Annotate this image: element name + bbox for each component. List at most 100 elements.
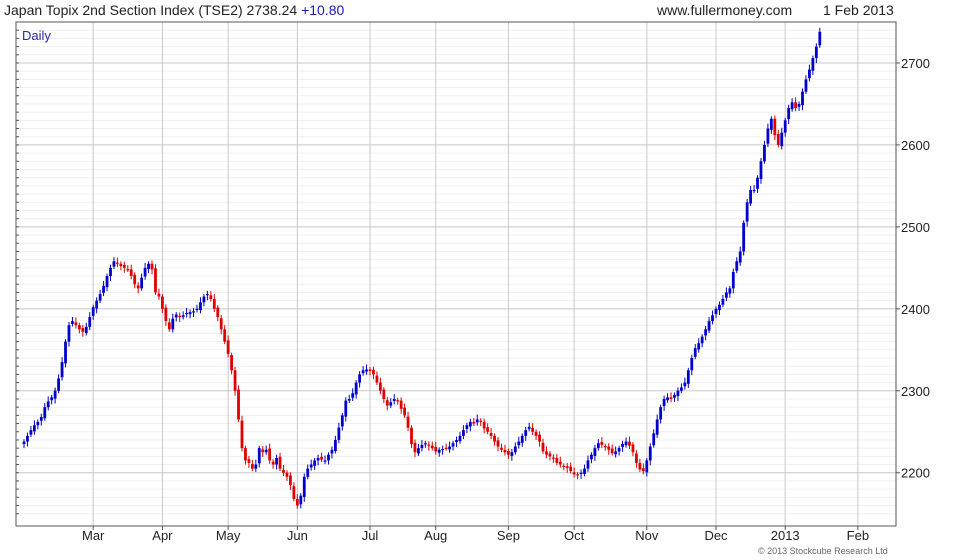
candle-body-up — [192, 311, 195, 313]
candle-body-up — [451, 443, 455, 447]
candle-body-up — [84, 326, 88, 334]
plot-frame — [15, 21, 897, 527]
candle-body-up — [475, 419, 479, 423]
x-tick-label: May — [216, 528, 241, 543]
candle-body-up — [704, 329, 708, 336]
candle-body-up — [71, 321, 74, 324]
candle-body-down — [472, 421, 476, 424]
candle-body-down — [406, 416, 410, 428]
candle-body-up — [330, 449, 334, 454]
candle-body-up — [586, 460, 590, 469]
candle-body-up — [718, 304, 721, 311]
candle-body-down — [551, 457, 555, 459]
candle-body-up — [195, 308, 199, 311]
candle-body-down — [427, 444, 431, 446]
candle-body-down — [295, 498, 299, 506]
candle-body-up — [347, 398, 351, 401]
candle-body-up — [205, 294, 209, 296]
candle-body-down — [413, 442, 417, 453]
candle-body-up — [683, 382, 687, 387]
candle-body-up — [745, 202, 749, 222]
candle-body-up — [46, 401, 50, 408]
y-tick-label: 2400 — [901, 302, 930, 317]
candle-body-up — [22, 441, 26, 445]
candle-body-up — [202, 296, 206, 303]
candle-body-up — [358, 374, 362, 383]
candle-body-up — [98, 294, 102, 301]
x-tick-label: Sep — [497, 528, 520, 543]
candle-body-down — [230, 355, 233, 371]
candle-body-down — [382, 389, 386, 399]
candle-body-up — [57, 378, 60, 391]
candle-body-up — [437, 449, 441, 453]
candle-body-down — [610, 448, 614, 454]
candle-body-up — [707, 321, 711, 331]
candle-body-up — [361, 370, 365, 374]
candle-body-down — [569, 466, 573, 472]
x-tick-label: Dec — [704, 528, 728, 543]
candle-body-down — [576, 474, 579, 476]
candle-body-up — [327, 454, 330, 461]
candle-body-up — [102, 285, 105, 293]
candle-body-down — [119, 263, 123, 267]
candle-body-up — [652, 433, 656, 446]
candle-body-up — [659, 407, 663, 420]
candle-body-down — [81, 328, 85, 332]
candle-body-down — [555, 457, 559, 463]
candle-body-up — [579, 472, 583, 474]
candle-body-up — [624, 441, 628, 446]
candle-body-down — [219, 318, 223, 330]
candle-body-up — [309, 464, 313, 468]
candle-body-up — [524, 430, 528, 436]
candle-body-down — [74, 322, 78, 326]
candle-body-up — [700, 336, 704, 344]
candle-body-down — [434, 446, 438, 452]
candle-body-down — [116, 262, 119, 264]
candle-body-down — [628, 441, 631, 446]
candle-body-up — [593, 448, 597, 456]
candle-body-down — [496, 440, 500, 447]
candle-body-up — [423, 443, 427, 445]
y-tick-label: 2600 — [901, 138, 930, 153]
candle-body-up — [804, 79, 808, 92]
candle-body-up — [783, 120, 787, 133]
candle-body-down — [126, 269, 130, 271]
candle-body-up — [728, 288, 732, 294]
candle-body-up — [67, 325, 71, 342]
candle-body-down — [157, 293, 161, 297]
candle-body-down — [635, 453, 638, 463]
candle-body-up — [143, 267, 147, 277]
candle-body-up — [801, 91, 804, 106]
candle-body-up — [614, 451, 618, 455]
candle-body-up — [690, 358, 694, 371]
candle-body-down — [292, 486, 296, 499]
candle-body-up — [140, 277, 144, 289]
candle-body-up — [662, 398, 666, 406]
candle-body-down — [572, 472, 576, 475]
candle-body-down — [372, 369, 375, 375]
candle-body-down — [430, 445, 434, 449]
x-tick-label: Apr — [152, 528, 173, 543]
candle-body-down — [129, 269, 133, 277]
candle-body-up — [617, 448, 621, 452]
candle-body-up — [510, 452, 514, 456]
candle-body-down — [282, 469, 285, 473]
candle-body-up — [441, 448, 445, 451]
candle-body-up — [756, 177, 759, 189]
candle-body-up — [697, 343, 701, 350]
candle-body-down — [150, 263, 154, 270]
candle-body-up — [769, 118, 773, 130]
candle-body-down — [154, 268, 157, 293]
candle-body-down — [565, 466, 569, 468]
candle-body-up — [340, 415, 344, 427]
candle-body-up — [731, 271, 735, 289]
candle-body-down — [77, 325, 81, 330]
candle-body-up — [811, 58, 815, 71]
candle-body-down — [268, 448, 272, 461]
candle-body-up — [29, 430, 33, 435]
candle-body-up — [790, 102, 794, 110]
candle-body-down — [368, 369, 372, 372]
candle-body-down — [603, 446, 607, 448]
candle-body-up — [520, 435, 524, 443]
x-tick-label: Nov — [635, 528, 659, 543]
